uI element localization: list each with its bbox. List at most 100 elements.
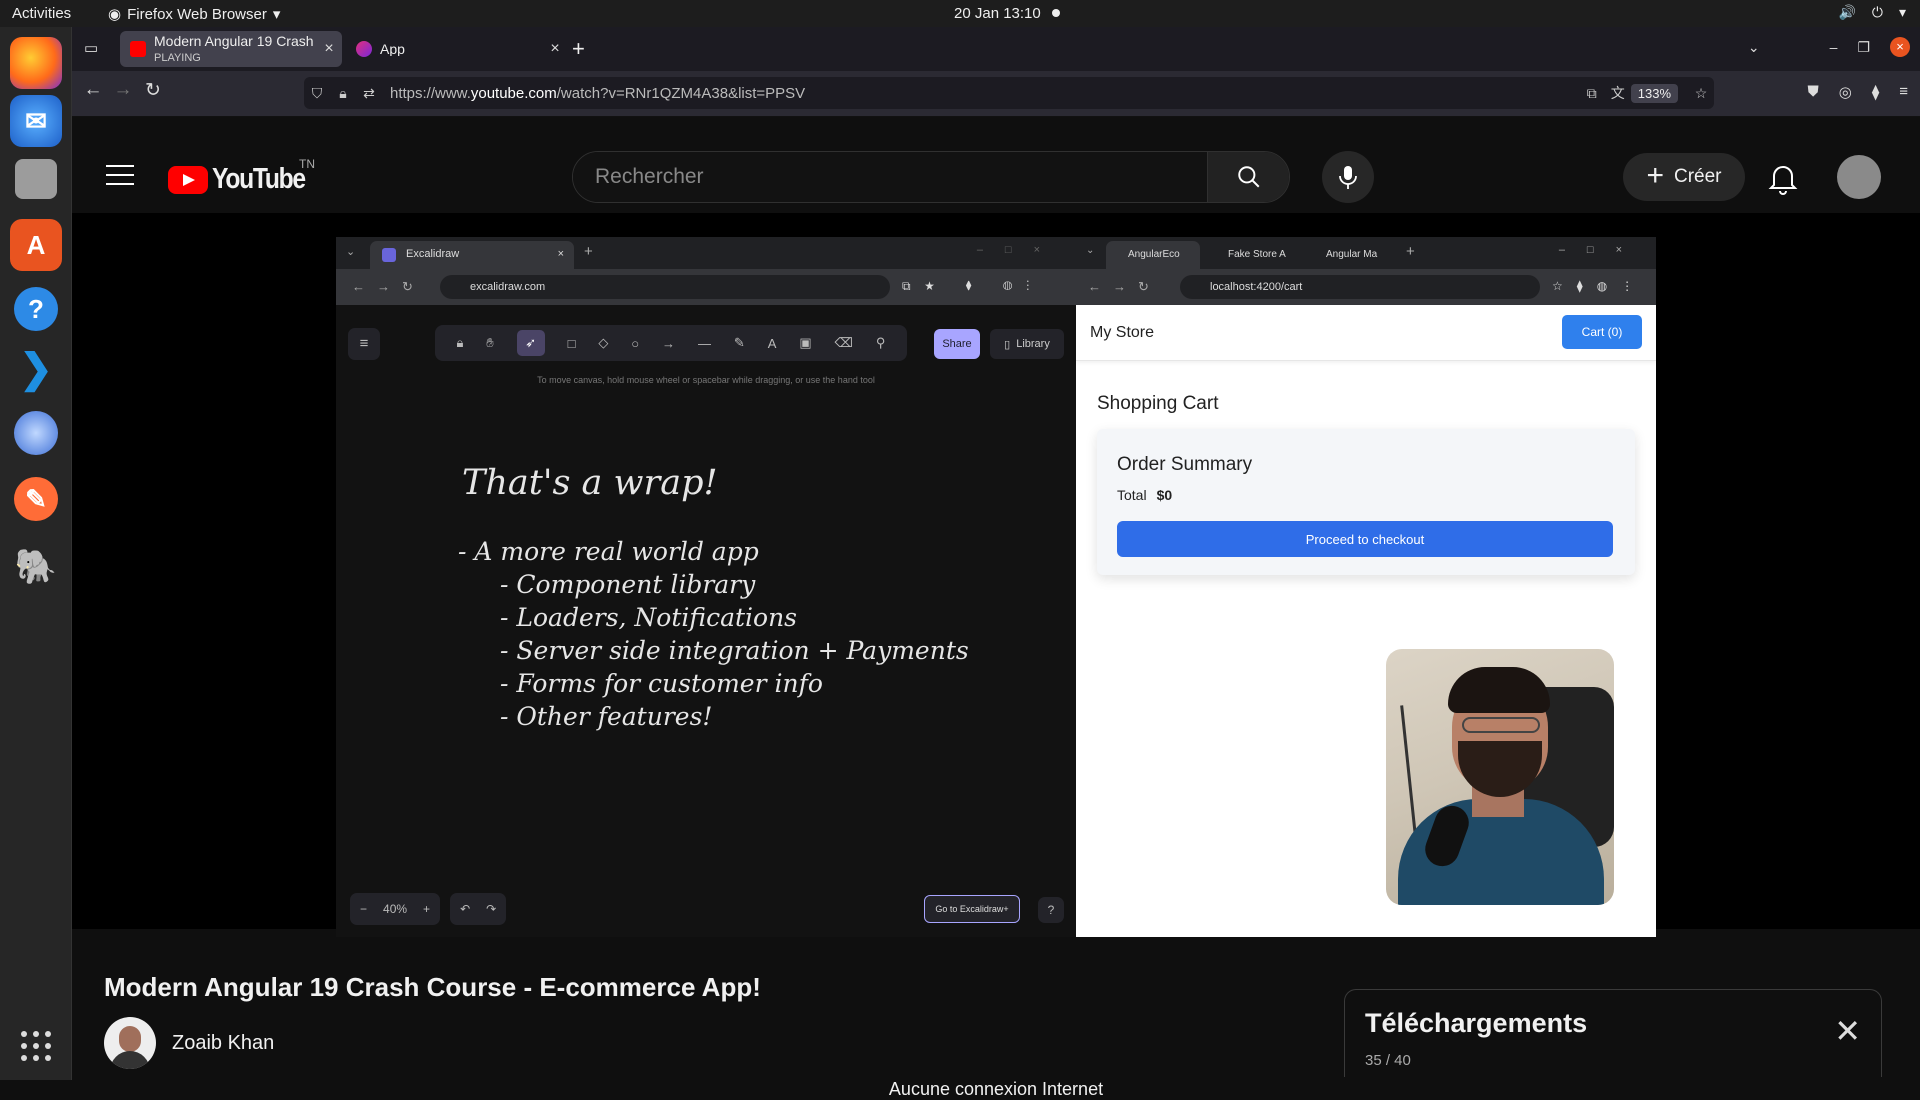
reload-icon[interactable]: ↻ — [138, 79, 168, 102]
url-domain: youtube.com — [470, 84, 557, 102]
show-apps-icon[interactable] — [21, 1031, 51, 1061]
vscode-icon[interactable]: ❯ — [10, 343, 62, 395]
plus-icon: + — [1646, 158, 1664, 192]
url-prefix: https://www. — [390, 84, 471, 102]
thunderbird-icon[interactable]: ✉ — [10, 95, 62, 147]
channel-avatar[interactable] — [104, 1017, 156, 1069]
downloads-count: 35 / 40 — [1365, 1052, 1411, 1069]
firefox-window: ▭ Modern Angular 19 Crash PLAYING × App … — [72, 27, 1920, 1099]
help-icon[interactable]: ? — [14, 287, 58, 331]
wrap-line: - Server side integration + Payments — [500, 636, 969, 665]
shapes-icon: ⚲ — [875, 335, 886, 350]
close-icon[interactable]: ✕ — [1834, 1012, 1861, 1050]
diamond-icon: ◇ — [598, 335, 609, 350]
tab-youtube[interactable]: Modern Angular 19 Crash PLAYING × — [120, 31, 342, 67]
nav-controls-icon: ←→↻ — [1088, 279, 1161, 294]
zoom-in-icon: + — [423, 902, 431, 916]
close-tab-icon[interactable]: × — [316, 40, 342, 58]
shopping-cart-heading: Shopping Cart — [1097, 393, 1219, 414]
power-icon: ⏻ — [1871, 4, 1883, 20]
wrap-line: - Other features! — [500, 702, 713, 731]
picture-in-picture-icon[interactable]: ⧉ — [1579, 85, 1605, 102]
video-player[interactable]: ⌄ Excalidraw × + –□× ←→↻ excalidraw.com … — [72, 213, 1920, 937]
browser-icon[interactable] — [14, 411, 58, 455]
video-left-url: excalidraw.com — [440, 275, 890, 299]
arrow-icon: → — [662, 335, 676, 351]
menu-icon[interactable]: ≡ — [1899, 83, 1908, 101]
postman-icon[interactable]: ✎ — [14, 477, 58, 521]
forward-icon[interactable]: → — [108, 79, 138, 101]
account-avatar[interactable] — [1837, 155, 1881, 199]
notifications-button[interactable] — [1768, 161, 1798, 195]
account-icon[interactable]: ◎ — [1839, 83, 1852, 101]
search-input[interactable]: Rechercher — [573, 152, 1207, 202]
go-to-excalidraw-plus-button: Go to Excalidraw+ — [924, 895, 1020, 923]
close-window-icon[interactable]: × — [1890, 37, 1910, 57]
video-right-addressbar: ←→↻ localhost:4200/cart ☆⧫◍⋮ — [1076, 269, 1656, 305]
redo-icon: ↷ — [486, 902, 497, 916]
minimize-icon[interactable]: – — [1830, 39, 1838, 55]
proceed-to-checkout-button: Proceed to checkout — [1117, 521, 1613, 557]
canvas-hint: To move canvas, hold mouse wheel or spac… — [537, 375, 875, 385]
new-tab-icon[interactable]: + — [572, 36, 585, 62]
hamburger-menu-icon[interactable] — [106, 165, 134, 192]
video-tab-excalidraw: Excalidraw × — [370, 241, 574, 269]
ellipse-icon: ○ — [631, 335, 640, 351]
book-icon: ▯ — [1004, 338, 1011, 351]
clock[interactable]: 20 Jan 13:10 — [954, 5, 1041, 22]
tab-title: Modern Angular 19 Crash — [154, 33, 314, 49]
video-frame[interactable]: ⌄ Excalidraw × + –□× ←→↻ excalidraw.com … — [336, 237, 1656, 937]
firefox-icon[interactable] — [10, 37, 62, 89]
toolbar-right: ⛊ ◎ ⧫ ≡ — [1807, 83, 1908, 101]
extensions-icon[interactable]: ⧫ — [1872, 83, 1879, 101]
presenter-webcam — [1386, 649, 1614, 905]
plus-icon: + — [1406, 243, 1415, 260]
browser-actions-icon: ⧉★ ⧫ ◍⋮ — [902, 279, 1044, 293]
tab-search-icon: ⌄ — [346, 246, 356, 258]
tab-search-icon: ⌄ — [1086, 245, 1095, 256]
window-controls: ⌄ – ❐ × — [1748, 37, 1910, 57]
list-all-tabs-icon[interactable]: ⌄ — [1748, 39, 1760, 56]
tab-list-icon[interactable]: ▭ — [84, 39, 98, 57]
excalidraw-favicon-icon — [382, 248, 396, 262]
total-value: $0 — [1156, 487, 1173, 503]
permissions-icon[interactable]: ⇄ — [356, 85, 382, 102]
restore-icon[interactable]: ❐ — [1857, 39, 1870, 56]
video-left-tabbar: ⌄ Excalidraw × + –□× — [336, 237, 1076, 269]
search-button[interactable] — [1207, 152, 1289, 202]
translate-icon[interactable]: 文 — [1605, 83, 1631, 103]
tab-title: App — [380, 41, 405, 57]
youtube-logo[interactable]: YouTube TN — [168, 157, 321, 196]
system-tray[interactable]: 🔊 ⏻ ▾ — [1838, 4, 1906, 21]
app-menu[interactable]: ◉ Firefox Web Browser ▾ — [108, 5, 280, 24]
video-tab: Angular Ma — [1326, 249, 1378, 260]
software-center-icon[interactable]: A — [10, 219, 62, 271]
store-name: My Store — [1090, 324, 1155, 341]
rectangle-icon: □ — [567, 335, 576, 351]
activities-button[interactable]: Activities — [12, 5, 71, 22]
cart-button: Cart (0) — [1562, 315, 1642, 349]
close-tab-icon[interactable]: × — [542, 40, 568, 58]
channel-name[interactable]: Zoaib Khan — [172, 1032, 274, 1055]
tab-app[interactable]: App × — [346, 31, 568, 67]
pocket-icon[interactable]: ⛊ — [1807, 83, 1818, 101]
window-controls-icon: –□× — [976, 244, 1062, 256]
postgres-elephant-icon[interactable]: 🐘 — [10, 541, 62, 593]
files-icon[interactable] — [15, 159, 57, 199]
zoom-level[interactable]: 133% — [1630, 83, 1678, 103]
voice-search-button[interactable] — [1322, 151, 1374, 203]
bell-icon — [1768, 166, 1798, 195]
window-controls-icon: –□× — [1558, 244, 1644, 256]
lock-icon[interactable]: 🔒︎ — [330, 85, 356, 102]
youtube-wordmark: YouTube — [212, 163, 306, 195]
presenter-hair — [1448, 667, 1550, 713]
create-button[interactable]: + Créer — [1623, 153, 1745, 201]
order-summary-card: Order Summary Total $0 Proceed to checkou… — [1097, 429, 1635, 575]
url-bar[interactable]: ⛉ 🔒︎ ⇄ https://www.youtube.com/watch?v=R… — [304, 77, 1714, 109]
notification-dot — [1052, 9, 1060, 17]
back-icon[interactable]: ← — [78, 79, 108, 101]
bookmark-star-icon[interactable]: ☆ — [1688, 85, 1714, 102]
shield-icon[interactable]: ⛉ — [304, 85, 330, 102]
microphone-icon — [1339, 166, 1357, 189]
line-icon: — — [697, 335, 711, 351]
